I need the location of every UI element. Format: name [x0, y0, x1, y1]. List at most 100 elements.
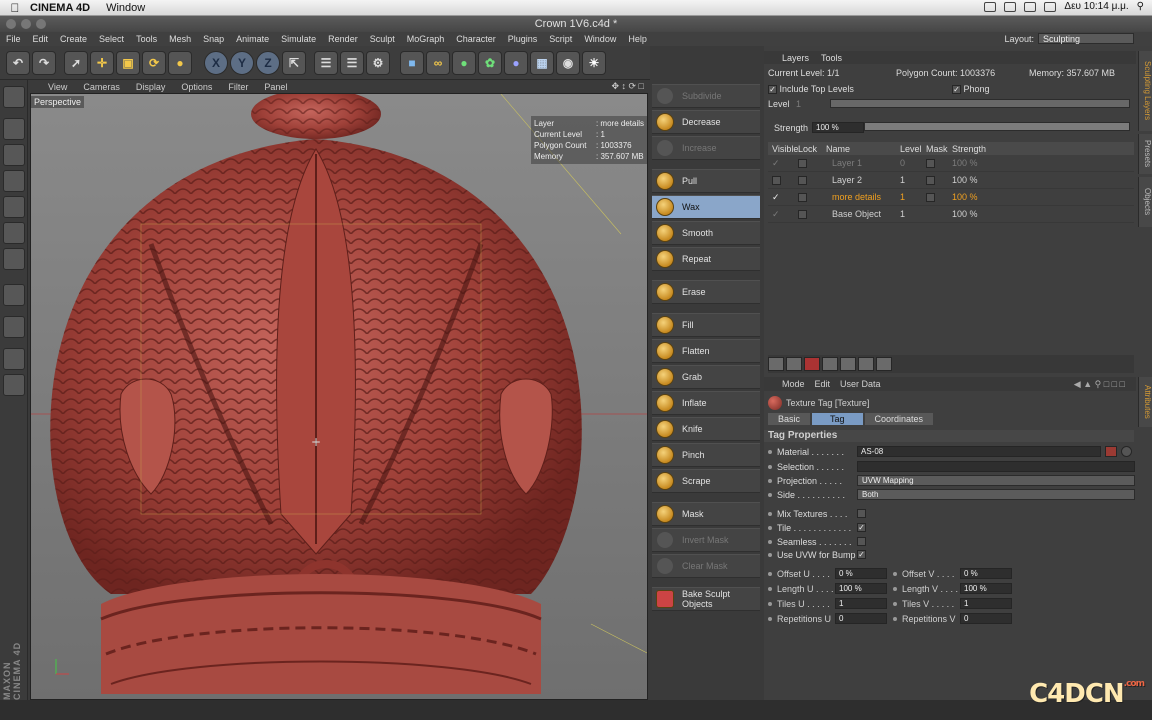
add-folder-icon[interactable]	[786, 357, 802, 371]
menu-tools[interactable]: Tools	[815, 53, 848, 63]
layout-dropdown[interactable]: Sculpting	[1038, 33, 1134, 44]
tool-invert-mask[interactable]: Invert Mask	[652, 528, 760, 552]
mac-menu-window[interactable]: Window	[106, 2, 145, 14]
wifi-icon[interactable]	[1024, 1, 1037, 12]
menu-tools[interactable]: Tools	[130, 34, 163, 44]
battery-icon[interactable]	[1044, 1, 1057, 12]
material-field[interactable]: AS-08	[857, 446, 1101, 457]
deformer-icon[interactable]: ●	[504, 51, 528, 75]
table-row[interactable]: ✓ Base Object 1 100 %	[768, 206, 1134, 223]
crown-model[interactable]: +	[31, 94, 648, 700]
move-icon[interactable]: ✛	[90, 51, 114, 75]
spline-icon[interactable]: ∞	[426, 51, 450, 75]
tool-knife[interactable]: Knife	[652, 417, 760, 441]
table-row[interactable]: ✓ Layer 1 0 100 %	[768, 155, 1134, 172]
side-dropdown[interactable]: Both	[857, 489, 1135, 500]
menu-animate[interactable]: Animate	[230, 34, 275, 44]
tool-fill[interactable]: Fill	[652, 313, 760, 337]
scale-icon[interactable]: ▣	[116, 51, 140, 75]
tool-increase[interactable]: Increase	[652, 136, 760, 160]
lock-toggle[interactable]	[798, 209, 824, 220]
strength-slider[interactable]	[864, 122, 1130, 131]
viewport-menu-display[interactable]: Display	[128, 82, 174, 92]
viewport-menu-panel[interactable]: Panel	[256, 82, 295, 92]
cube-primitive-icon[interactable]: ■	[400, 51, 424, 75]
model-mode-icon[interactable]	[3, 118, 25, 140]
add-layer-icon[interactable]	[768, 357, 784, 371]
tool-inflate[interactable]: Inflate	[652, 391, 760, 415]
use-uvw-checkbox[interactable]: ✓	[857, 550, 866, 559]
clock[interactable]: Δευ 10:14 μ.μ.	[1064, 1, 1128, 12]
menu-select[interactable]: Select	[93, 34, 130, 44]
side-tab-objects[interactable]: Objects	[1138, 177, 1152, 227]
axis-mode-icon[interactable]	[3, 284, 25, 306]
menu-mograph[interactable]: MoGraph	[401, 34, 451, 44]
side-tab-attributes[interactable]: Attributes	[1138, 377, 1152, 427]
camera-icon[interactable]	[984, 1, 997, 12]
tool-bake-sculpt-objects[interactable]: Bake Sculpt Objects	[652, 587, 760, 611]
tool-decrease[interactable]: Decrease	[652, 110, 760, 134]
material-swatch-icon[interactable]	[1105, 446, 1117, 457]
tool-mask[interactable]: Mask	[652, 502, 760, 526]
tab-coordinates[interactable]: Coordinates	[864, 413, 934, 425]
z-axis-lock-button[interactable]: Z	[256, 51, 280, 75]
repetitions-v-field[interactable]: 0	[960, 613, 1012, 624]
viewport-menu-options[interactable]: Options	[173, 82, 220, 92]
zoom-window-button[interactable]	[36, 19, 46, 29]
table-row[interactable]: ✓ more details 1 100 %	[768, 189, 1134, 206]
tab-basic[interactable]: Basic	[768, 413, 811, 425]
mask-toggle[interactable]	[926, 192, 948, 203]
length-u-field[interactable]: 100 %	[835, 583, 887, 594]
merge-layer-icon[interactable]	[840, 357, 856, 371]
locked-workplane-icon[interactable]	[3, 374, 25, 396]
tool-wax[interactable]: Wax	[652, 195, 760, 219]
y-axis-lock-button[interactable]: Y	[230, 51, 254, 75]
menu-simulate[interactable]: Simulate	[275, 34, 322, 44]
mask-toggle[interactable]	[926, 158, 948, 169]
menu-create[interactable]: Create	[54, 34, 93, 44]
rotate-icon[interactable]: ⟳	[142, 51, 166, 75]
3d-viewport[interactable]: + Perspective Layer: more details Curren…	[30, 93, 648, 700]
apple-icon[interactable]: 	[0, 1, 30, 15]
tool-pull[interactable]: Pull	[652, 169, 760, 193]
tool-grab[interactable]: Grab	[652, 365, 760, 389]
make-editable-icon[interactable]	[3, 86, 25, 108]
tiles-v-field[interactable]: 1	[960, 598, 1012, 609]
minimize-window-button[interactable]	[21, 19, 31, 29]
selection-field[interactable]	[857, 461, 1135, 472]
menu-file[interactable]: File	[0, 34, 27, 44]
workplane-icon[interactable]	[3, 170, 25, 192]
coordinate-system-icon[interactable]: ⇱	[282, 51, 306, 75]
clear-layer-icon[interactable]	[822, 357, 838, 371]
render-picture-viewer-icon[interactable]: ☰	[340, 51, 364, 75]
menu-window[interactable]: Window	[578, 34, 622, 44]
redo-icon[interactable]: ↷	[32, 51, 56, 75]
snap-magnet-icon[interactable]	[3, 316, 25, 338]
tool-scrape[interactable]: Scrape	[652, 469, 760, 493]
menu-mesh[interactable]: Mesh	[163, 34, 197, 44]
menu-edit[interactable]: Edit	[810, 379, 836, 389]
tiles-u-field[interactable]: 1	[835, 598, 887, 609]
length-v-field[interactable]: 100 %	[960, 583, 1012, 594]
subdivision-surface-icon[interactable]: ●	[452, 51, 476, 75]
tool-clear-mask[interactable]: Clear Mask	[652, 554, 760, 578]
table-row[interactable]: Layer 2 1 100 %	[768, 172, 1134, 189]
render-view-icon[interactable]: ☰	[314, 51, 338, 75]
spotlight-icon[interactable]: ⚲	[1137, 1, 1144, 12]
include-top-levels-checkbox[interactable]: ✓	[768, 85, 777, 95]
lock-toggle[interactable]	[798, 158, 824, 169]
workplane-grid-icon[interactable]	[3, 348, 25, 370]
visible-toggle[interactable]	[768, 175, 798, 186]
merge-visible-icon[interactable]	[858, 357, 874, 371]
lock-toggle[interactable]	[798, 175, 824, 186]
visible-toggle[interactable]: ✓	[768, 158, 798, 169]
menu-plugins[interactable]: Plugins	[502, 34, 544, 44]
seamless-checkbox[interactable]	[857, 537, 866, 546]
close-window-button[interactable]	[6, 19, 16, 29]
repetitions-u-field[interactable]: 0	[835, 613, 887, 624]
viewport-menu-view[interactable]: View	[30, 82, 75, 92]
level-slider[interactable]	[830, 99, 1130, 108]
offset-u-field[interactable]: 0 %	[835, 568, 887, 579]
tool-erase[interactable]: Erase	[652, 280, 760, 304]
layer-options-icon[interactable]	[876, 357, 892, 371]
